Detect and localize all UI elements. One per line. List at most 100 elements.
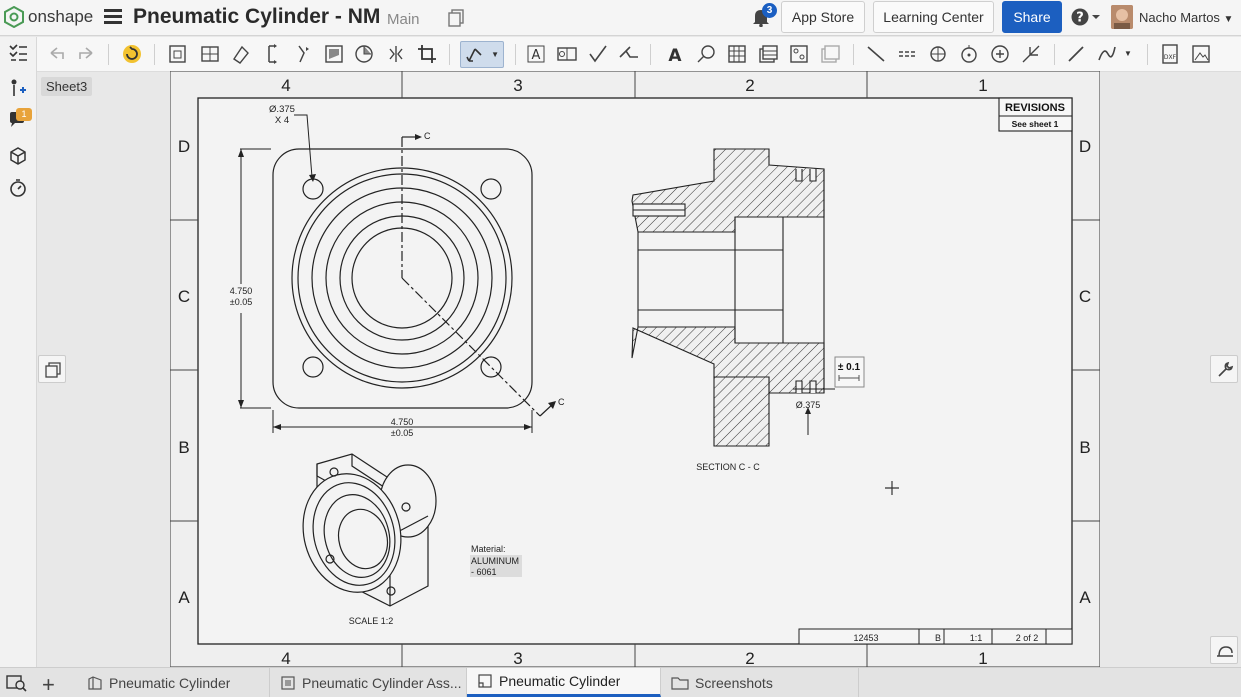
dimension-value: 4.750 bbox=[391, 417, 414, 427]
section-view-icon[interactable] bbox=[261, 43, 283, 65]
hole-diameter: Ø.375 bbox=[269, 104, 295, 115]
undo-icon[interactable] bbox=[46, 43, 68, 65]
right-panel-toggle[interactable] bbox=[1210, 355, 1238, 383]
measure-panel-toggle[interactable] bbox=[1210, 636, 1238, 664]
revision-table-icon[interactable] bbox=[819, 43, 841, 65]
assembly-icon bbox=[281, 675, 295, 690]
title-block[interactable]: 12453 B 1:1 2 of 2 bbox=[798, 628, 1073, 645]
svg-text:DXF: DXF bbox=[1164, 54, 1177, 61]
spline-icon bbox=[1098, 46, 1116, 61]
zone-column-label: 1 bbox=[978, 649, 987, 667]
zone-column-label: 1 bbox=[978, 76, 987, 95]
auxiliary-view-icon[interactable] bbox=[230, 43, 252, 65]
bom-table-icon[interactable] bbox=[757, 43, 779, 65]
tab-part-studio[interactable]: Pneumatic Cylinder bbox=[77, 668, 270, 697]
drawing-sheet[interactable]: 4 3 2 1 4 3 2 1 D C B A D C B A REVISION… bbox=[170, 71, 1100, 667]
dimension-tool-dropdown[interactable]: ▼ bbox=[460, 41, 504, 68]
sketch-line-icon[interactable] bbox=[1065, 43, 1087, 65]
aligned-section-icon[interactable] bbox=[292, 43, 314, 65]
callout-icon[interactable] bbox=[695, 43, 717, 65]
tab-folder[interactable]: Screenshots bbox=[661, 668, 859, 697]
comments-count-badge: 1 bbox=[16, 108, 32, 121]
redo-icon[interactable] bbox=[75, 43, 97, 65]
line-icon[interactable] bbox=[865, 43, 887, 65]
document-versions-icon[interactable] bbox=[448, 9, 464, 27]
crop-icon[interactable] bbox=[416, 43, 438, 65]
dimension-icon bbox=[466, 48, 482, 62]
hole-count: X 4 bbox=[275, 115, 289, 126]
tab-label: Pneumatic Cylinder Ass... bbox=[302, 674, 462, 691]
user-avatar[interactable] bbox=[1111, 5, 1133, 29]
dimension-tolerance: ±0.05 bbox=[391, 428, 413, 438]
export-dxf-icon[interactable]: DXF bbox=[1159, 43, 1181, 65]
revisions-table[interactable]: REVISIONS See sheet 1 bbox=[998, 97, 1073, 132]
zone-column-label: 4 bbox=[281, 76, 290, 95]
chevron-down-icon: ▼ bbox=[1124, 49, 1132, 58]
timer-icon[interactable] bbox=[7, 177, 29, 199]
svg-text:?: ? bbox=[1076, 11, 1084, 26]
centerline-icon[interactable] bbox=[896, 43, 918, 65]
dimension-tolerance: ±0.05 bbox=[230, 297, 252, 307]
spline-tool-dropdown[interactable]: ▼ bbox=[1096, 42, 1136, 66]
centermark-icon[interactable] bbox=[927, 43, 949, 65]
surface-finish-icon[interactable] bbox=[587, 43, 609, 65]
app-store-button[interactable]: App Store bbox=[781, 1, 865, 33]
broken-out-section-icon[interactable] bbox=[323, 43, 345, 65]
measure-icon bbox=[1217, 646, 1233, 657]
insert-view-icon[interactable] bbox=[167, 43, 189, 65]
tab-label: Pneumatic Cylinder bbox=[109, 674, 231, 691]
table-icon[interactable] bbox=[726, 43, 748, 65]
update-icon[interactable] bbox=[121, 43, 143, 65]
point-icon[interactable] bbox=[958, 43, 980, 65]
section-view-label: SECTION C - C bbox=[696, 462, 760, 472]
top-bar: onshape Pneumatic Cylinder - NM Main 3 A… bbox=[0, 0, 1241, 36]
crop-view-icon[interactable] bbox=[385, 43, 407, 65]
parts-icon[interactable] bbox=[7, 144, 29, 166]
tolerance-box[interactable]: ± 0.1 bbox=[834, 356, 865, 388]
learning-center-button[interactable]: Learning Center bbox=[873, 1, 994, 33]
main-menu-icon[interactable] bbox=[104, 9, 122, 25]
help-icon[interactable]: ? bbox=[1071, 8, 1103, 26]
zone-row-label: D bbox=[1079, 137, 1091, 156]
weld-symbol-icon[interactable] bbox=[618, 43, 640, 65]
circle-center-icon[interactable] bbox=[989, 43, 1011, 65]
projected-view-icon[interactable] bbox=[199, 43, 221, 65]
detail-view-icon[interactable] bbox=[354, 43, 376, 65]
note-icon[interactable]: A bbox=[664, 43, 686, 65]
hole-table-icon[interactable] bbox=[788, 43, 810, 65]
zone-column-label: 3 bbox=[513, 649, 522, 667]
zone-row-label: C bbox=[178, 287, 190, 306]
drawing-number: 12453 bbox=[853, 633, 878, 643]
views-panel-toggle[interactable] bbox=[38, 355, 66, 383]
folder-icon bbox=[671, 676, 689, 690]
branch-name[interactable]: Main bbox=[387, 11, 420, 28]
zone-column-label: 2 bbox=[745, 649, 754, 667]
sheet-tab[interactable]: Sheet3 bbox=[41, 77, 93, 96]
export-image-icon[interactable] bbox=[1190, 43, 1212, 65]
material-value: - 6061 bbox=[471, 567, 497, 577]
onshape-logo[interactable]: onshape bbox=[4, 6, 93, 28]
svg-text:A: A bbox=[668, 46, 682, 65]
zone-column-label: 3 bbox=[513, 76, 522, 95]
properties-icon[interactable] bbox=[7, 77, 29, 99]
add-tab-button[interactable]: + bbox=[42, 672, 55, 697]
feature-list-icon[interactable] bbox=[7, 42, 29, 64]
share-button[interactable]: Share bbox=[1002, 1, 1062, 33]
zone-row-label: A bbox=[178, 588, 190, 607]
datum-feature-icon[interactable] bbox=[556, 43, 578, 65]
text-box-icon[interactable]: A bbox=[525, 43, 547, 65]
notification-count-badge: 3 bbox=[762, 3, 777, 18]
svg-text:A: A bbox=[532, 48, 541, 63]
drawing-sheet-number: 2 of 2 bbox=[1016, 633, 1039, 643]
tab-manager-icon[interactable] bbox=[6, 674, 28, 692]
drawing-scale: 1:1 bbox=[970, 633, 983, 643]
chevron-down-icon: ▼ bbox=[491, 50, 499, 59]
user-name: Nacho Martos bbox=[1139, 10, 1220, 25]
user-menu[interactable]: Nacho Martos ▼ bbox=[1139, 10, 1233, 25]
zone-column-label: 2 bbox=[745, 76, 754, 95]
leader-icon[interactable] bbox=[1020, 43, 1042, 65]
tab-drawing[interactable]: Pneumatic Cylinder bbox=[467, 668, 661, 697]
zone-row-label: D bbox=[178, 137, 190, 156]
document-title[interactable]: Pneumatic Cylinder - NM bbox=[133, 5, 380, 29]
tab-assembly[interactable]: Pneumatic Cylinder Ass... bbox=[270, 668, 467, 697]
